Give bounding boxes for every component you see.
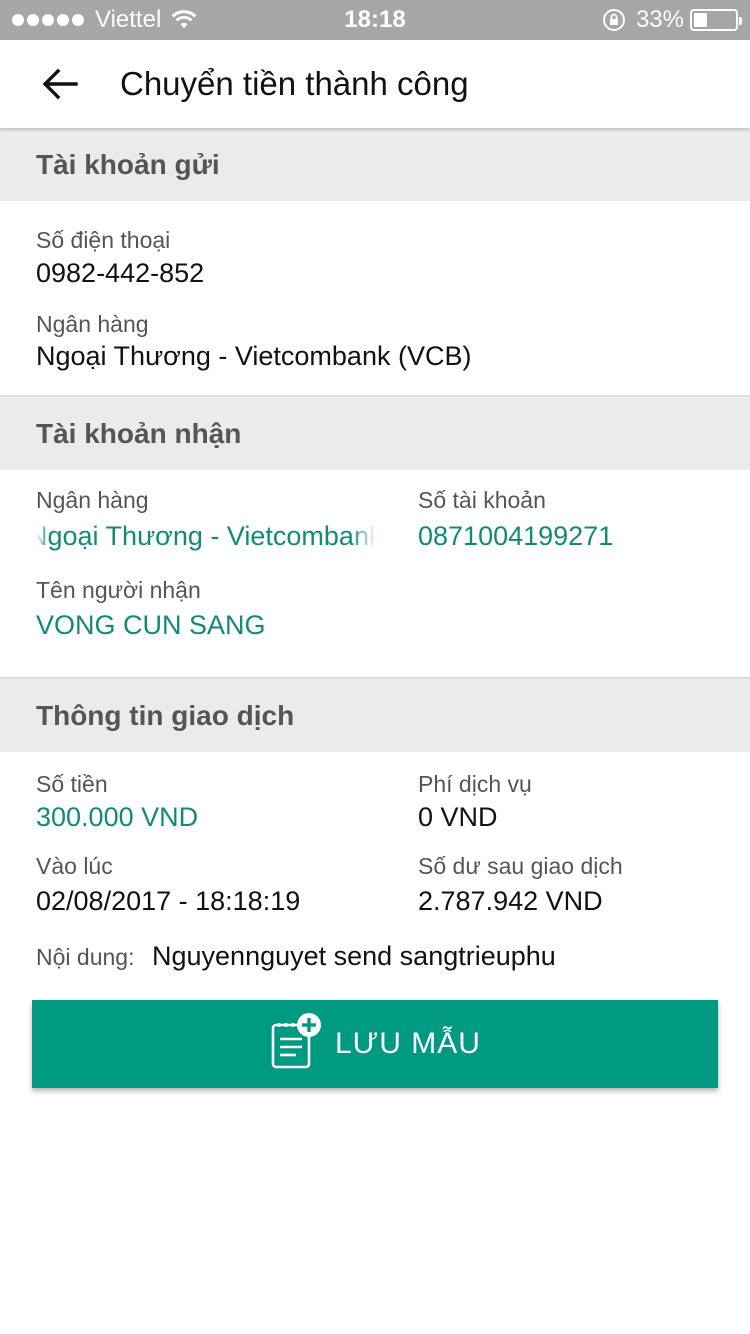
receiver-name-label: Tên người nhận	[36, 577, 201, 603]
sender-section: Số điện thoại 0982-442-852 Ngân hàng Ngo…	[0, 201, 750, 397]
back-button[interactable]	[30, 58, 90, 110]
sender-phone-label: Số điện thoại	[36, 227, 171, 253]
receiver-name-value: VONG CUN SANG	[36, 610, 266, 640]
balance-value: 2.787.942 VND	[418, 886, 603, 916]
time-value: 02/08/2017 - 18:18:19	[36, 886, 301, 916]
receiver-bank-text: Ngoại Thương - Vietcombank (VCB)	[36, 521, 376, 551]
receiver-account-label: Số tài khoản	[418, 487, 546, 513]
status-bar-left: Viettel	[12, 0, 197, 40]
sender-bank-label: Ngân hàng	[36, 311, 149, 337]
receiver-section-header: Tài khoản nhận	[0, 397, 750, 470]
signal-dots-icon	[12, 14, 87, 26]
rotation-lock-icon	[602, 8, 626, 32]
receiver-bank-label: Ngân hàng	[36, 487, 149, 513]
page-title: Chuyển tiền thành công	[120, 65, 469, 102]
note-add-icon	[271, 1013, 321, 1069]
battery-fill	[694, 13, 708, 27]
sender-phone-value: 0982-442-852	[36, 258, 205, 288]
app-header: Chuyển tiền thành công	[0, 40, 750, 128]
sender-section-header: Tài khoản gửi	[0, 128, 750, 201]
arrow-left-icon	[42, 68, 78, 100]
status-bar: Viettel 18:18 33%	[0, 0, 750, 40]
balance-label: Số dư sau giao dịch	[418, 853, 623, 879]
content-value: Nguyennguyet send sangtrieuphu	[152, 941, 556, 971]
content-label: Nội dung:	[36, 944, 135, 970]
save-template-label: LƯU MẪU	[335, 1027, 481, 1060]
battery-percent: 33%	[635, 6, 684, 33]
status-bar-right: 33%	[602, 0, 742, 40]
battery-icon	[690, 9, 742, 31]
amount-label: Số tiền	[36, 771, 108, 797]
fee-value: 0 VND	[418, 802, 498, 832]
time-label: Vào lúc	[36, 853, 113, 879]
receiver-bank-value: Ngoại Thương - Vietcombank (VCB)	[36, 521, 376, 552]
receiver-section: Ngân hàng Ngoại Thương - Vietcombank (VC…	[0, 470, 750, 679]
carrier-name: Viettel	[95, 6, 162, 33]
receiver-account-value: 0871004199271	[418, 521, 614, 551]
amount-value: 300.000 VND	[36, 802, 199, 832]
sender-bank-value: Ngoại Thương - Vietcombank (VCB)	[36, 341, 472, 371]
save-template-button[interactable]: LƯU MẪU	[32, 1000, 718, 1088]
wifi-icon	[171, 10, 197, 30]
transaction-section-header: Thông tin giao dịch	[0, 679, 750, 752]
fee-label: Phí dịch vụ	[418, 771, 532, 797]
